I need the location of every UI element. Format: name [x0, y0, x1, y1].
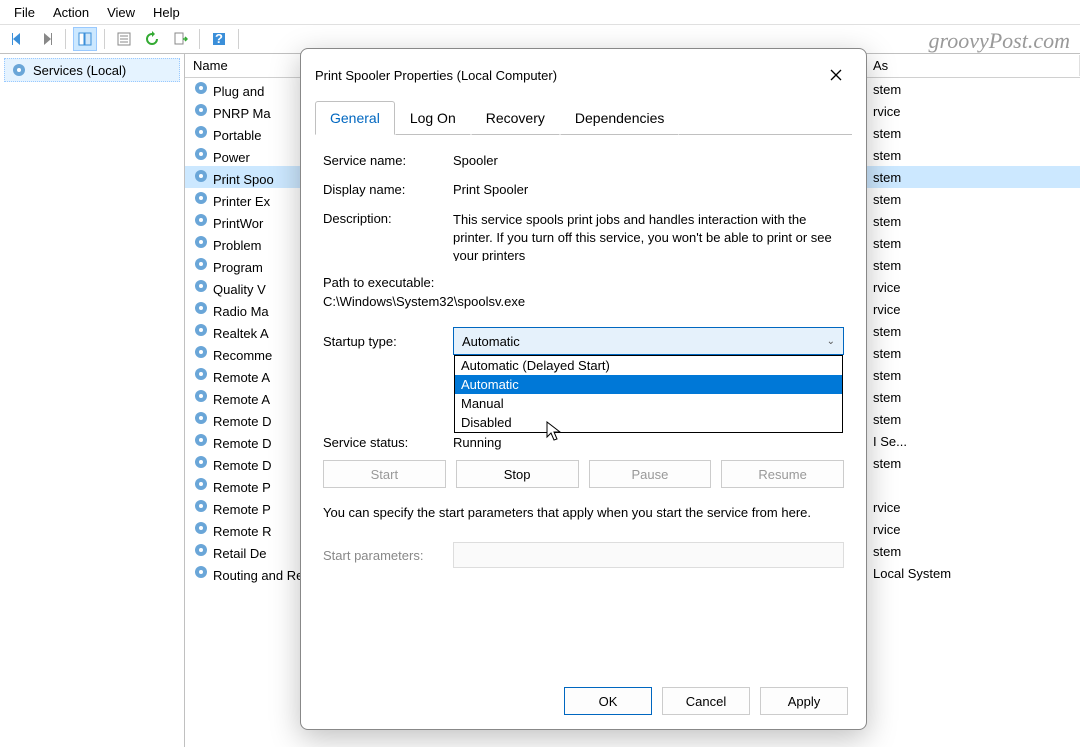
value-service-name: Spooler	[453, 153, 844, 168]
hint-text: You can specify the start parameters tha…	[323, 504, 844, 522]
label-start-params: Start parameters:	[323, 548, 453, 563]
resume-button[interactable]: Resume	[721, 460, 844, 488]
help-button[interactable]: ?	[207, 27, 231, 51]
show-hide-button[interactable]	[73, 27, 97, 51]
dialog-body: Service name: Spooler Display name: Prin…	[301, 135, 866, 586]
tree-item-services-local[interactable]: Services (Local)	[4, 58, 180, 82]
option-disabled[interactable]: Disabled	[455, 413, 842, 432]
dialog-footer: OK Cancel Apply	[564, 687, 848, 715]
properties-button[interactable]	[112, 27, 136, 51]
gear-icon	[193, 520, 209, 536]
stop-button[interactable]: Stop	[456, 460, 579, 488]
option-manual[interactable]: Manual	[455, 394, 842, 413]
menu-file[interactable]: File	[6, 3, 43, 22]
tab-dependencies[interactable]: Dependencies	[560, 101, 680, 135]
gear-icon	[193, 454, 209, 470]
gear-icon	[193, 498, 209, 514]
gear-icon	[193, 300, 209, 316]
chevron-down-icon: ⌄	[827, 336, 835, 347]
gear-icon	[193, 476, 209, 492]
gear-icon	[193, 278, 209, 294]
cancel-button[interactable]: Cancel	[662, 687, 750, 715]
gear-icon	[193, 388, 209, 404]
tree-pane: Services (Local)	[0, 54, 185, 747]
value-display-name: Print Spooler	[453, 182, 844, 197]
gear-icon	[193, 102, 209, 118]
watermark: groovyPost.com	[928, 28, 1070, 54]
ok-button[interactable]: OK	[564, 687, 652, 715]
gear-icon	[193, 168, 209, 184]
option-automatic-delayed[interactable]: Automatic (Delayed Start)	[455, 356, 842, 375]
label-service-name: Service name:	[323, 153, 453, 168]
export-button[interactable]	[168, 27, 192, 51]
gear-icon	[193, 234, 209, 250]
gear-icon	[193, 256, 209, 272]
option-automatic[interactable]: Automatic	[455, 375, 842, 394]
startup-dropdown: Automatic (Delayed Start) Automatic Manu…	[454, 355, 843, 433]
gear-icon	[193, 322, 209, 338]
combo-value: Automatic	[462, 334, 520, 349]
menu-view[interactable]: View	[99, 3, 143, 22]
menu-action[interactable]: Action	[45, 3, 97, 22]
start-params-input	[453, 542, 844, 568]
label-startup: Startup type:	[323, 334, 453, 349]
gear-icon	[193, 366, 209, 382]
properties-dialog: Print Spooler Properties (Local Computer…	[300, 48, 867, 730]
gear-icon	[193, 146, 209, 162]
gear-icon	[193, 124, 209, 140]
label-description: Description:	[323, 211, 453, 261]
tab-recovery[interactable]: Recovery	[471, 101, 560, 135]
label-display-name: Display name:	[323, 182, 453, 197]
tab-general[interactable]: General	[315, 101, 395, 135]
gear-icon	[11, 62, 27, 78]
label-path: Path to executable:	[323, 275, 844, 290]
start-button[interactable]: Start	[323, 460, 446, 488]
gear-icon	[193, 190, 209, 206]
gear-icon	[193, 212, 209, 228]
apply-button[interactable]: Apply	[760, 687, 848, 715]
close-button[interactable]	[820, 59, 852, 91]
value-description: This service spools print jobs and handl…	[453, 211, 844, 261]
tab-logon[interactable]: Log On	[395, 101, 471, 135]
pause-button[interactable]: Pause	[589, 460, 712, 488]
gear-icon	[193, 80, 209, 96]
label-status: Service status:	[323, 435, 453, 450]
gear-icon	[193, 432, 209, 448]
tree-item-label: Services (Local)	[33, 63, 126, 78]
tab-strip: General Log On Recovery Dependencies	[301, 101, 866, 135]
value-path: C:\Windows\System32\spoolsv.exe	[323, 294, 844, 309]
forward-button[interactable]	[34, 27, 58, 51]
gear-icon	[193, 542, 209, 558]
menubar: File Action View Help	[0, 0, 1080, 24]
close-icon	[829, 68, 843, 82]
gear-icon	[193, 344, 209, 360]
gear-icon	[193, 410, 209, 426]
back-button[interactable]	[6, 27, 30, 51]
col-header-logon[interactable]: As	[865, 55, 1080, 76]
svg-text:?: ?	[215, 31, 223, 46]
value-status: Running	[453, 435, 501, 450]
refresh-button[interactable]	[140, 27, 164, 51]
startup-type-combobox[interactable]: Automatic ⌄ Automatic (Delayed Start) Au…	[453, 327, 844, 355]
dialog-titlebar: Print Spooler Properties (Local Computer…	[301, 49, 866, 101]
menu-help[interactable]: Help	[145, 3, 188, 22]
gear-icon	[193, 564, 209, 580]
dialog-title: Print Spooler Properties (Local Computer…	[315, 68, 557, 83]
